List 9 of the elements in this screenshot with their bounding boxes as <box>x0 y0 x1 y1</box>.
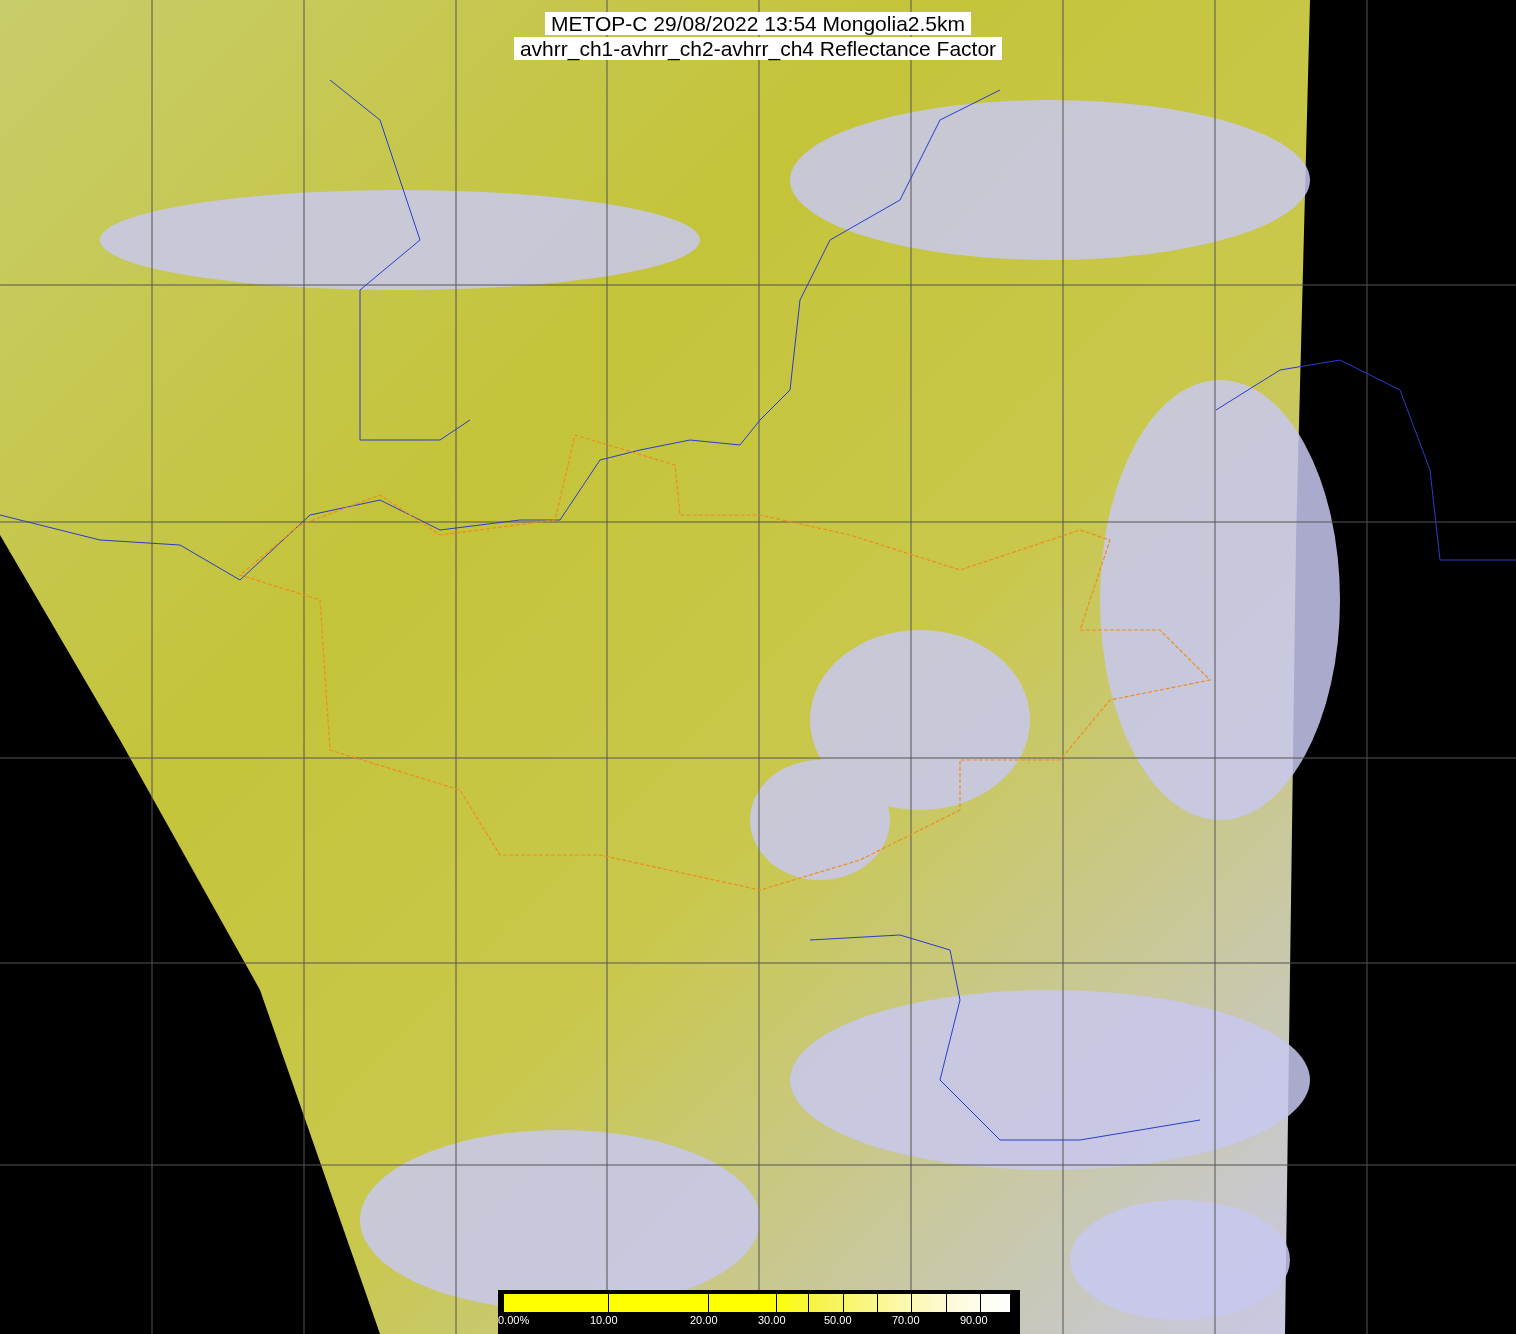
tick-label: 10.00 <box>590 1314 618 1327</box>
tick-label: 50.00 <box>824 1314 852 1327</box>
tick-label: 90.00 <box>960 1314 988 1327</box>
tick-label: 20.00 <box>690 1314 718 1327</box>
tick-label: 70.00 <box>892 1314 920 1327</box>
tick-label: 0.00% <box>498 1314 530 1327</box>
map-title: METOP-C 29/08/2022 13:54 Mongolia2.5km <box>545 12 971 35</box>
map-title: avhrr_ch1-avhrr_ch2-avhrr_ch4 Reflectance Factor <box>513 37 1003 60</box>
tick-label: 30.00 <box>758 1314 786 1327</box>
